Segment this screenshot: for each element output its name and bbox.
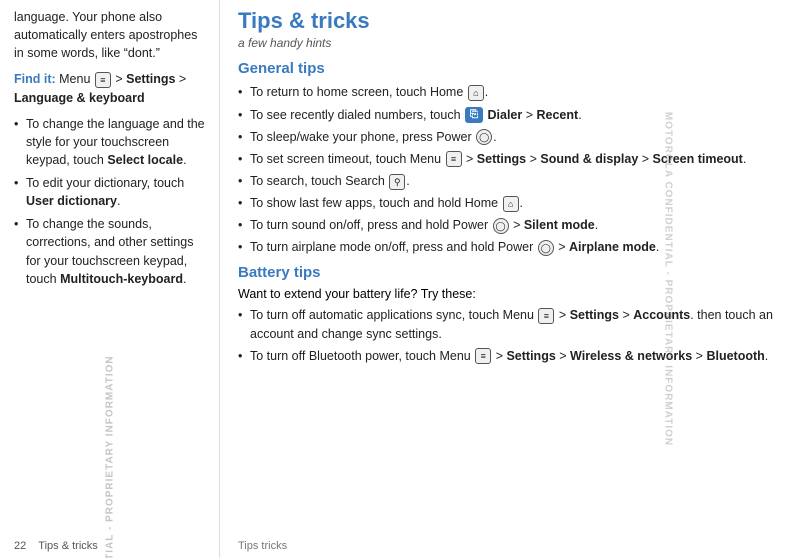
dialer-badge: ⎘	[465, 107, 483, 124]
list-item: To show last few apps, touch and hold Ho…	[238, 194, 787, 212]
list-item: To search, touch Search ⚲.	[238, 172, 787, 190]
left-column: language. Your phone also automatically …	[0, 0, 220, 558]
menu-icon: ≡	[475, 348, 491, 364]
find-it-label: Find it:	[14, 72, 56, 86]
list-item: To turn off automatic applications sync,…	[238, 306, 787, 342]
search-icon: ⚲	[389, 174, 405, 190]
bottom-page-label: Tips tricks	[238, 540, 287, 552]
page-label: Tips & tricks	[38, 540, 98, 552]
battery-tips-list: To turn off automatic applications sync,…	[238, 306, 787, 364]
page-number: 22	[14, 540, 26, 552]
menu-icon: ≡	[446, 151, 462, 167]
general-tips-list: To return to home screen, touch Home ⌂. …	[238, 83, 787, 256]
page-subtitle: a few handy hints	[238, 36, 787, 50]
list-item: To return to home screen, touch Home ⌂.	[238, 83, 787, 101]
battery-intro: Want to extend your battery life? Try th…	[238, 287, 787, 301]
power-icon: ◯	[493, 218, 509, 234]
page-title: Tips & tricks	[238, 8, 787, 34]
power-icon: ◯	[538, 240, 554, 256]
list-item: To sleep/wake your phone, press Power ◯.	[238, 128, 787, 146]
home-icon: ⌂	[468, 85, 484, 101]
left-bullet-list: To change the language and the style for…	[14, 115, 205, 288]
section-heading-battery: Battery tips	[238, 264, 787, 281]
right-column: Tips & tricks a few handy hints General …	[220, 0, 805, 558]
list-item: To turn sound on/off, press and hold Pow…	[238, 216, 787, 234]
power-icon: ◯	[476, 129, 492, 145]
list-item: To see recently dialed numbers, touch ⎘ …	[238, 106, 787, 124]
find-it-text: Find it: Menu ≡ > Settings > Language & …	[14, 70, 205, 106]
list-item: To turn off Bluetooth power, touch Menu …	[238, 347, 787, 365]
list-item: To set screen timeout, touch Menu ≡ > Se…	[238, 150, 787, 168]
list-item: To change the sounds, corrections, and o…	[14, 215, 205, 288]
menu-icon: ≡	[538, 308, 554, 324]
watermark-left: MOTOROLA CONFIDENTIAL - PROPRIETARY INFO…	[104, 355, 115, 558]
page-number-area: 22 Tips & tricks	[14, 540, 98, 552]
home-icon: ⌂	[503, 196, 519, 212]
list-item: To turn airplane mode on/off, press and …	[238, 238, 787, 256]
list-item: To edit your dictionary, touch User dict…	[14, 174, 205, 210]
section-heading-general: General tips	[238, 60, 787, 77]
list-item: To change the language and the style for…	[14, 115, 205, 169]
menu-icon: ≡	[95, 72, 111, 88]
intro-text: language. Your phone also automatically …	[14, 8, 205, 62]
